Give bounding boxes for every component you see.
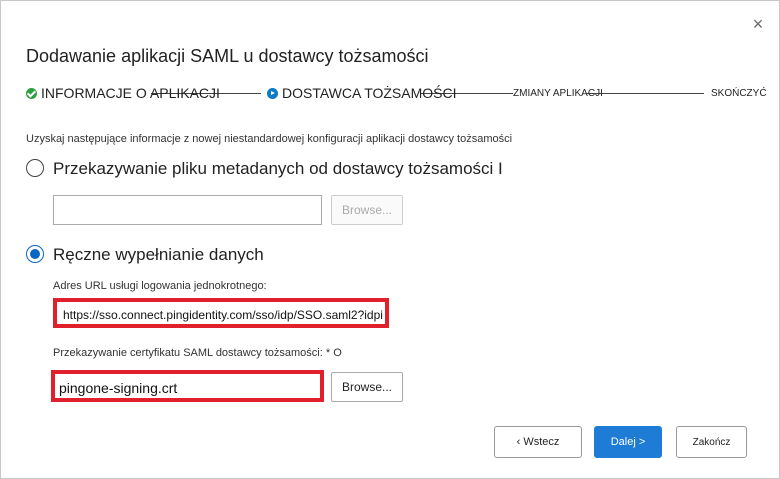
next-button[interactable]: Dalej > xyxy=(594,426,662,458)
step-label: SKOŃCZYĆ xyxy=(711,88,767,99)
metadata-upload-label[interactable]: Przekazywanie pliku metadanych od dostaw… xyxy=(53,159,503,179)
step-label: DOSTAWCA TOŻSAMOŚCI xyxy=(282,85,457,101)
dialog-title: Dodawanie aplikacji SAML u dostawcy tożs… xyxy=(26,46,429,66)
metadata-file-input[interactable] xyxy=(53,195,322,225)
step-label: ZMIANY APLIKACJI xyxy=(513,88,603,99)
current-step-icon xyxy=(267,88,278,99)
sso-url-label: Adres URL usługi logowania jednokrotnego… xyxy=(53,280,267,292)
manual-entry-label[interactable]: Ręczne wypełnianie danych xyxy=(53,245,264,265)
sso-url-value: https://sso.connect.pingidentity.com/sso… xyxy=(63,308,383,322)
step-identity-provider: DOSTAWCA TOŻSAMOŚCI xyxy=(267,85,457,101)
intro-text: Uzyskaj następujące informacje z nowej n… xyxy=(26,133,513,145)
check-circle-icon xyxy=(26,88,37,99)
step-app-info: INFORMACJE O APLIKACJI xyxy=(26,85,220,101)
cert-file-input[interactable]: pingone-signing.crt xyxy=(51,370,324,402)
step-connector xyxy=(586,93,704,94)
step-finish: SKOŃCZYĆ xyxy=(711,88,767,99)
metadata-browse-button[interactable]: Browse... xyxy=(331,195,403,225)
cert-file-value: pingone-signing.crt xyxy=(59,380,178,396)
sso-url-input[interactable]: https://sso.connect.pingidentity.com/sso… xyxy=(53,298,389,328)
close-icon[interactable]: × xyxy=(749,15,767,33)
cert-upload-label: Przekazywanie certyfikatu SAML dostawcy … xyxy=(53,347,342,359)
metadata-upload-radio[interactable] xyxy=(26,159,44,177)
manual-entry-radio[interactable] xyxy=(26,245,44,263)
back-button[interactable]: ‹ Wstecz xyxy=(494,426,582,458)
saml-dialog: × Dodawanie aplikacji SAML u dostawcy to… xyxy=(0,0,780,479)
step-label: INFORMACJE O APLIKACJI xyxy=(41,85,220,101)
cert-browse-button[interactable]: Browse... xyxy=(331,372,403,402)
step-app-changes: ZMIANY APLIKACJI xyxy=(513,88,603,99)
finish-button[interactable]: Zakończ xyxy=(676,426,747,458)
